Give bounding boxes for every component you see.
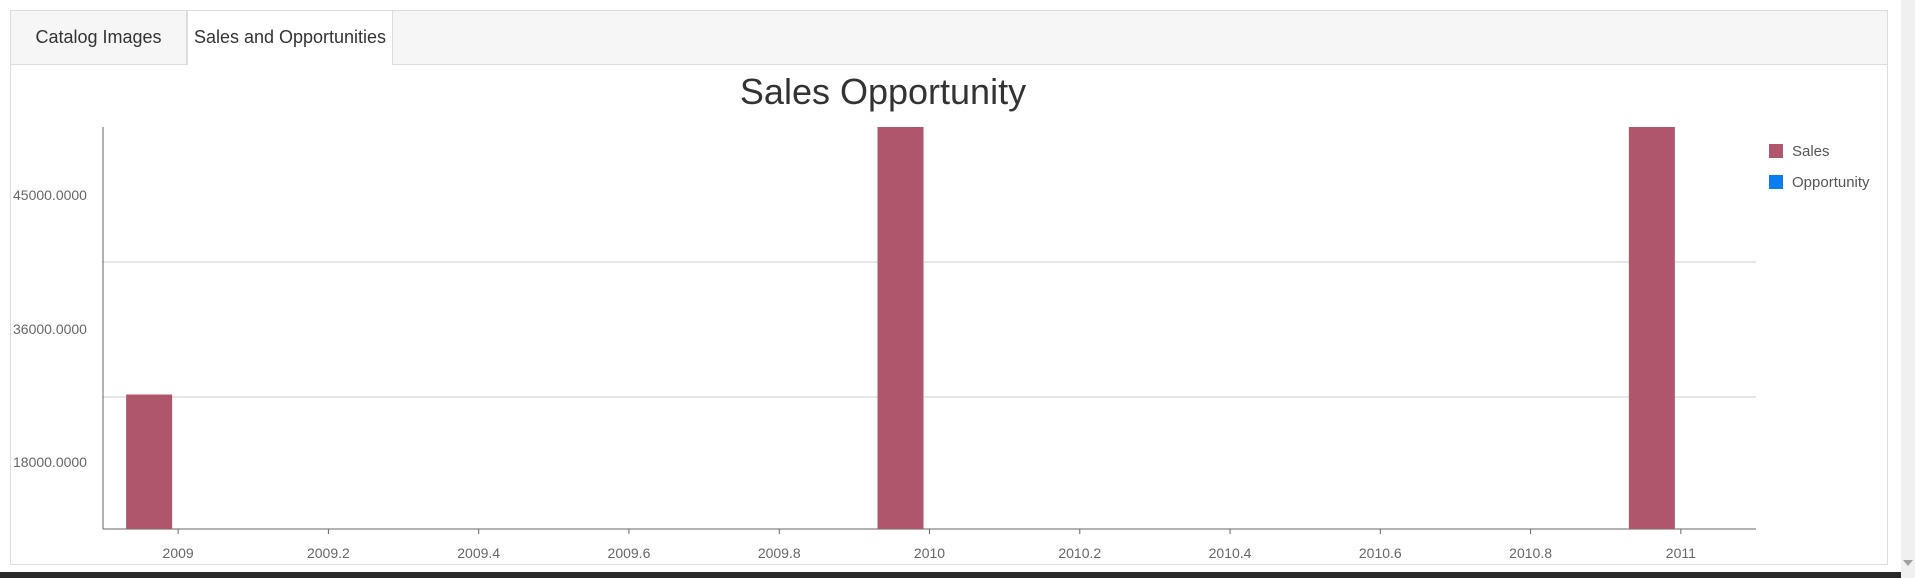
x-tick-label: 2009.4 <box>457 545 500 561</box>
x-tick-label: 2009.8 <box>758 545 801 561</box>
legend-label-opportunity: Opportunity <box>1792 174 1870 191</box>
x-tick-label: 2010 <box>914 545 945 561</box>
legend-swatch-sales <box>1769 144 1783 158</box>
legend-label-sales: Sales <box>1792 143 1830 160</box>
y-tick-label: 36000.0000 <box>13 321 87 337</box>
plot-area: 2009 2009.2 2009.4 2009.6 2009.8 2010 2010.2 20… <box>13 127 1756 561</box>
chart-legend: Sales Opportunity <box>1769 143 1870 191</box>
y-tick-label: 45000.0000 <box>13 187 87 203</box>
bar-sales <box>126 394 173 529</box>
x-tick-label: 2010.8 <box>1509 545 1552 561</box>
x-tick-label: 2009.2 <box>307 545 350 561</box>
chart-title: Sales Opportunity <box>740 71 1026 112</box>
x-tick-label: 2010.4 <box>1209 545 1252 561</box>
x-tick-label: 2009 <box>163 545 194 561</box>
sales-opportunity-chart: Sales Opportunity 2009 2009.2 2009.4 2009.6… <box>13 71 1870 561</box>
y-tick-label: 18000.0000 <box>13 454 87 470</box>
x-tick-label: 2010.2 <box>1058 545 1101 561</box>
bar-sales <box>1628 127 1675 529</box>
bar-sales <box>877 127 924 529</box>
x-tick-label: 2010.6 <box>1359 545 1402 561</box>
x-tick-label: 2011 <box>1666 545 1696 561</box>
x-tick-label: 2009.6 <box>608 545 651 561</box>
legend-swatch-opportunity <box>1769 175 1783 189</box>
